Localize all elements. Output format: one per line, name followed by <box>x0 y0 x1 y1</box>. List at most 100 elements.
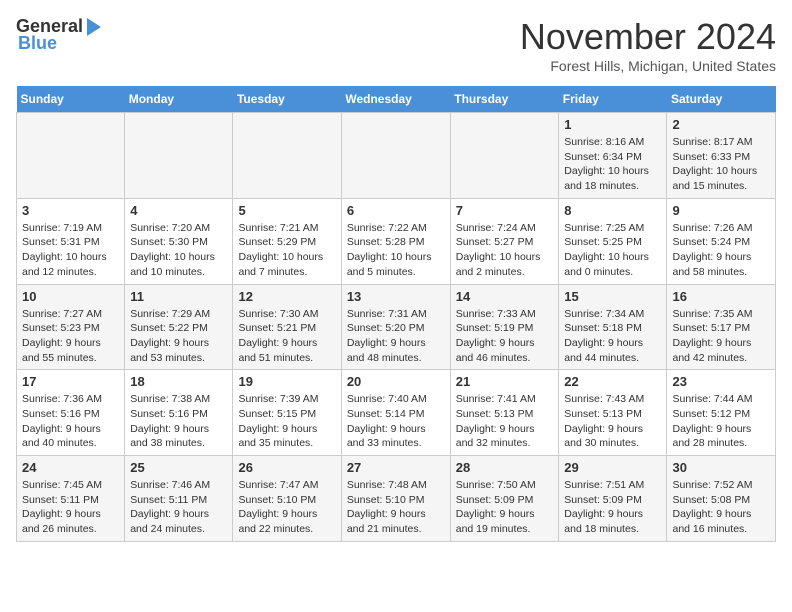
calendar-cell <box>233 113 341 199</box>
day-number: 5 <box>238 203 335 218</box>
calendar-week-row: 17 Sunrise: 7:36 AM Sunset: 5:16 PM Dayli… <box>17 370 776 456</box>
calendar-header-sunday: Sunday <box>17 86 125 113</box>
calendar-cell: 28Sunrise: 7:50 AM Sunset: 5:09 PM Dayli… <box>450 456 559 542</box>
calendar-cell: 9 Sunrise: 7:26 AM Sunset: 5:24 PM Daylig… <box>667 198 776 284</box>
logo-arrow-icon <box>87 18 101 36</box>
day-number: 29 <box>564 460 661 475</box>
calendar-cell: 17 Sunrise: 7:36 AM Sunset: 5:16 PM Dayli… <box>17 370 125 456</box>
day-info: Sunrise: 7:44 AM Sunset: 5:12 PM Dayligh… <box>672 392 770 451</box>
page-header: General Blue November 2024 Forest Hills,… <box>16 16 776 74</box>
day-number: 3 <box>22 203 119 218</box>
calendar-cell: 11Sunrise: 7:29 AM Sunset: 5:22 PM Dayli… <box>125 284 233 370</box>
day-info: Sunrise: 7:26 AM Sunset: 5:24 PM Dayligh… <box>672 221 770 280</box>
day-number: 23 <box>672 374 770 389</box>
calendar-header-saturday: Saturday <box>667 86 776 113</box>
calendar-cell: 7Sunrise: 7:24 AM Sunset: 5:27 PM Daylig… <box>450 198 559 284</box>
day-number: 8 <box>564 203 661 218</box>
calendar-cell: 3 Sunrise: 7:19 AM Sunset: 5:31 PM Daylig… <box>17 198 125 284</box>
day-number: 16 <box>672 289 770 304</box>
day-number: 2 <box>672 117 770 132</box>
day-info: Sunrise: 7:47 AM Sunset: 5:10 PM Dayligh… <box>238 478 335 537</box>
calendar-cell: 18 Sunrise: 7:38 AM Sunset: 5:16 PM Dayli… <box>125 370 233 456</box>
calendar-cell: 13Sunrise: 7:31 AM Sunset: 5:20 PM Dayli… <box>341 284 450 370</box>
day-info: Sunrise: 8:16 AM Sunset: 6:34 PM Dayligh… <box>564 135 661 194</box>
calendar-cell <box>17 113 125 199</box>
day-number: 24 <box>22 460 119 475</box>
day-number: 18 <box>130 374 227 389</box>
day-number: 15 <box>564 289 661 304</box>
day-number: 14 <box>456 289 554 304</box>
logo-blue-text: Blue <box>16 33 57 54</box>
calendar-header-monday: Monday <box>125 86 233 113</box>
calendar-header-thursday: Thursday <box>450 86 559 113</box>
day-number: 20 <box>347 374 445 389</box>
day-info: Sunrise: 7:34 AM Sunset: 5:18 PM Dayligh… <box>564 307 661 366</box>
day-info: Sunrise: 7:43 AM Sunset: 5:13 PM Dayligh… <box>564 392 661 451</box>
calendar-cell: 1 Sunrise: 8:16 AM Sunset: 6:34 PM Daylig… <box>559 113 667 199</box>
calendar-cell: 25 Sunrise: 7:46 AM Sunset: 5:11 PM Dayli… <box>125 456 233 542</box>
calendar-cell <box>341 113 450 199</box>
day-info: Sunrise: 7:19 AM Sunset: 5:31 PM Dayligh… <box>22 221 119 280</box>
day-number: 19 <box>238 374 335 389</box>
calendar-cell: 10 Sunrise: 7:27 AM Sunset: 5:23 PM Dayli… <box>17 284 125 370</box>
day-info: Sunrise: 7:40 AM Sunset: 5:14 PM Dayligh… <box>347 392 445 451</box>
calendar-cell: 27 Sunrise: 7:48 AM Sunset: 5:10 PM Dayli… <box>341 456 450 542</box>
calendar-cell: 5Sunrise: 7:21 AM Sunset: 5:29 PM Daylig… <box>233 198 341 284</box>
day-info: Sunrise: 7:35 AM Sunset: 5:17 PM Dayligh… <box>672 307 770 366</box>
day-info: Sunrise: 7:31 AM Sunset: 5:20 PM Dayligh… <box>347 307 445 366</box>
day-number: 12 <box>238 289 335 304</box>
calendar-cell: 12 Sunrise: 7:30 AM Sunset: 5:21 PM Dayli… <box>233 284 341 370</box>
calendar-cell <box>125 113 233 199</box>
day-info: Sunrise: 7:20 AM Sunset: 5:30 PM Dayligh… <box>130 221 227 280</box>
day-number: 6 <box>347 203 445 218</box>
day-info: Sunrise: 7:45 AM Sunset: 5:11 PM Dayligh… <box>22 478 119 537</box>
day-info: Sunrise: 7:51 AM Sunset: 5:09 PM Dayligh… <box>564 478 661 537</box>
calendar-table: SundayMondayTuesdayWednesdayThursdayFrid… <box>16 86 776 542</box>
day-number: 28 <box>456 460 554 475</box>
day-info: Sunrise: 7:48 AM Sunset: 5:10 PM Dayligh… <box>347 478 445 537</box>
day-number: 10 <box>22 289 119 304</box>
day-info: Sunrise: 8:17 AM Sunset: 6:33 PM Dayligh… <box>672 135 770 194</box>
day-number: 22 <box>564 374 661 389</box>
calendar-cell: 26 Sunrise: 7:47 AM Sunset: 5:10 PM Dayli… <box>233 456 341 542</box>
calendar-cell: 6 Sunrise: 7:22 AM Sunset: 5:28 PM Daylig… <box>341 198 450 284</box>
calendar-week-row: 3 Sunrise: 7:19 AM Sunset: 5:31 PM Daylig… <box>17 198 776 284</box>
calendar-header-wednesday: Wednesday <box>341 86 450 113</box>
day-number: 7 <box>456 203 554 218</box>
day-info: Sunrise: 7:25 AM Sunset: 5:25 PM Dayligh… <box>564 221 661 280</box>
day-info: Sunrise: 7:46 AM Sunset: 5:11 PM Dayligh… <box>130 478 227 537</box>
day-info: Sunrise: 7:39 AM Sunset: 5:15 PM Dayligh… <box>238 392 335 451</box>
calendar-week-row: 10 Sunrise: 7:27 AM Sunset: 5:23 PM Dayli… <box>17 284 776 370</box>
day-number: 27 <box>347 460 445 475</box>
day-number: 1 <box>564 117 661 132</box>
calendar-header-tuesday: Tuesday <box>233 86 341 113</box>
title-section: November 2024 Forest Hills, Michigan, Un… <box>520 16 776 74</box>
day-info: Sunrise: 7:38 AM Sunset: 5:16 PM Dayligh… <box>130 392 227 451</box>
calendar-cell: 23 Sunrise: 7:44 AM Sunset: 5:12 PM Dayli… <box>667 370 776 456</box>
day-number: 26 <box>238 460 335 475</box>
location-subtitle: Forest Hills, Michigan, United States <box>520 58 776 74</box>
calendar-header-friday: Friday <box>559 86 667 113</box>
day-info: Sunrise: 7:36 AM Sunset: 5:16 PM Dayligh… <box>22 392 119 451</box>
day-number: 9 <box>672 203 770 218</box>
day-info: Sunrise: 7:30 AM Sunset: 5:21 PM Dayligh… <box>238 307 335 366</box>
month-title: November 2024 <box>520 16 776 58</box>
calendar-cell: 14 Sunrise: 7:33 AM Sunset: 5:19 PM Dayli… <box>450 284 559 370</box>
calendar-cell: 29 Sunrise: 7:51 AM Sunset: 5:09 PM Dayli… <box>559 456 667 542</box>
calendar-cell <box>450 113 559 199</box>
calendar-cell: 16 Sunrise: 7:35 AM Sunset: 5:17 PM Dayli… <box>667 284 776 370</box>
calendar-week-row: 1 Sunrise: 8:16 AM Sunset: 6:34 PM Daylig… <box>17 113 776 199</box>
day-info: Sunrise: 7:52 AM Sunset: 5:08 PM Dayligh… <box>672 478 770 537</box>
calendar-week-row: 24 Sunrise: 7:45 AM Sunset: 5:11 PM Dayli… <box>17 456 776 542</box>
day-number: 17 <box>22 374 119 389</box>
day-info: Sunrise: 7:41 AM Sunset: 5:13 PM Dayligh… <box>456 392 554 451</box>
day-number: 21 <box>456 374 554 389</box>
calendar-cell: 8 Sunrise: 7:25 AM Sunset: 5:25 PM Daylig… <box>559 198 667 284</box>
day-info: Sunrise: 7:33 AM Sunset: 5:19 PM Dayligh… <box>456 307 554 366</box>
calendar-cell: 21 Sunrise: 7:41 AM Sunset: 5:13 PM Dayli… <box>450 370 559 456</box>
calendar-cell: 24 Sunrise: 7:45 AM Sunset: 5:11 PM Dayli… <box>17 456 125 542</box>
day-number: 25 <box>130 460 227 475</box>
day-info: Sunrise: 7:22 AM Sunset: 5:28 PM Dayligh… <box>347 221 445 280</box>
calendar-cell: 19 Sunrise: 7:39 AM Sunset: 5:15 PM Dayli… <box>233 370 341 456</box>
day-info: Sunrise: 7:27 AM Sunset: 5:23 PM Dayligh… <box>22 307 119 366</box>
